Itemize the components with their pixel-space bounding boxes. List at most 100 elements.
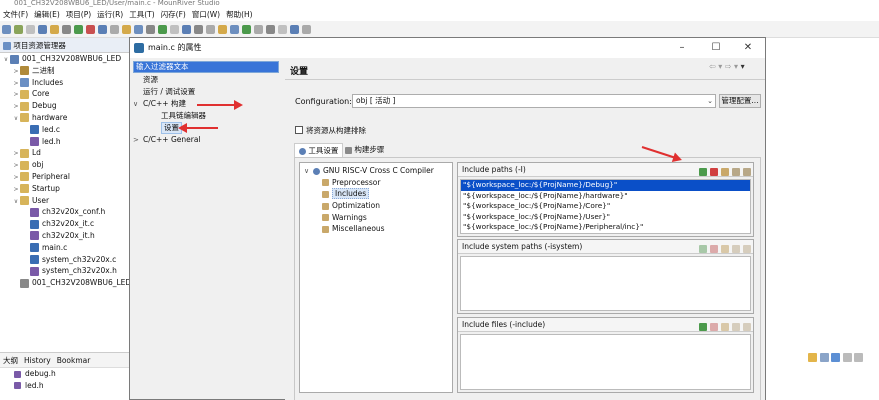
nav-item[interactable]: 资源 — [133, 74, 283, 86]
expand-toggle-icon[interactable]: > — [12, 160, 20, 171]
tree-item[interactable]: ch32v20x_it.h — [0, 230, 130, 242]
filter-input[interactable]: 输入过滤器文本 — [133, 61, 279, 73]
view-menu-icon[interactable] — [842, 353, 852, 362]
tree-item[interactable]: ∨ User — [0, 195, 130, 207]
tree-item[interactable]: ∨ hardware — [0, 112, 130, 124]
menu-item-1[interactable]: 编辑(E) — [31, 8, 63, 21]
maximize-button[interactable]: ☐ — [701, 38, 731, 58]
edit-icon[interactable] — [721, 245, 729, 253]
expand-toggle-icon[interactable]: > — [133, 134, 143, 146]
toolbar-icon[interactable] — [206, 25, 215, 34]
menu-item-3[interactable]: 运行(R) — [94, 8, 126, 21]
move-up-icon[interactable] — [732, 245, 740, 253]
expand-toggle-icon[interactable]: > — [12, 89, 20, 100]
tree-item[interactable]: main.c — [0, 242, 130, 254]
toolbar-icon[interactable] — [278, 25, 287, 34]
link-icon[interactable] — [831, 353, 841, 362]
menu-item-0[interactable]: 文件(F) — [0, 8, 31, 21]
tab-build-steps[interactable]: 构建步骤 — [341, 143, 388, 157]
toolbar-icon[interactable] — [14, 25, 23, 34]
expand-toggle-icon[interactable]: ∨ — [2, 54, 10, 65]
tree-item[interactable]: led.c — [0, 124, 130, 136]
nav-item[interactable]: > C/C++ General — [133, 134, 283, 146]
toolbar-icon[interactable] — [86, 25, 95, 34]
tree-item[interactable]: > Startup — [0, 183, 130, 195]
toolbar-icon[interactable] — [26, 25, 35, 34]
toolbar-icon[interactable] — [98, 25, 107, 34]
tree-item[interactable]: > 二进制 — [0, 65, 130, 77]
tree-item[interactable]: ch32v20x_conf.h — [0, 206, 130, 218]
system-paths-list[interactable] — [460, 256, 751, 311]
tree-item[interactable]: > Ld — [0, 147, 130, 159]
nav-item[interactable]: 工具链编辑器 — [133, 110, 283, 122]
toolbar-icon[interactable] — [302, 25, 311, 34]
toolbar-icon[interactable] — [218, 25, 227, 34]
tree-item[interactable]: led.h — [0, 136, 130, 148]
toolbar-icon[interactable] — [194, 25, 203, 34]
include-path-item[interactable]: "${workspace_loc:/${ProjName}/Core}" — [461, 201, 750, 212]
add-icon[interactable] — [699, 245, 707, 253]
tree-item[interactable]: system_ch32v20x.c — [0, 254, 130, 266]
move-down-icon[interactable] — [743, 245, 751, 253]
tool-tree-item[interactable]: Includes — [300, 188, 452, 200]
move-up-icon[interactable] — [732, 168, 740, 176]
tree-item[interactable]: ch32v20x_it.c — [0, 218, 130, 230]
include-files-list[interactable] — [460, 334, 751, 390]
tree-item[interactable]: ∨ 001_CH32V208WBU6_LED — [0, 53, 130, 65]
outline-tab[interactable]: 大纲 — [3, 356, 18, 365]
outline-tab[interactable]: Bookmar — [57, 356, 91, 365]
minimize-button[interactable]: – — [667, 38, 697, 58]
expand-toggle-icon[interactable]: > — [12, 148, 20, 159]
sort-icon[interactable] — [808, 353, 817, 362]
toolbar-icon[interactable] — [146, 25, 155, 34]
include-paths-list[interactable]: "${workspace_loc:/${ProjName}/Debug}" "${… — [460, 179, 751, 234]
toolbar-icon[interactable] — [158, 25, 167, 34]
add-icon[interactable] — [699, 168, 707, 176]
back-icon[interactable]: ⇦ ▾ — [709, 62, 722, 71]
menu-item-4[interactable]: 工具(T) — [126, 8, 157, 21]
forward-icon[interactable]: ⇨ ▾ — [725, 62, 738, 71]
toolbar-icon[interactable] — [122, 25, 131, 34]
tree-item[interactable]: 001_CH32V208WBU6_LED — [0, 277, 130, 289]
include-path-item[interactable]: "${workspace_loc:/${ProjName}/hardware}" — [461, 191, 750, 202]
toolbar-icon[interactable] — [62, 25, 71, 34]
move-down-icon[interactable] — [743, 323, 751, 331]
toolbar-icon[interactable] — [74, 25, 83, 34]
menu-item-6[interactable]: 窗口(W) — [189, 8, 223, 21]
include-path-item[interactable]: "${workspace_loc:/${ProjName}/Debug}" — [461, 180, 750, 191]
expand-toggle-icon[interactable]: ∨ — [304, 166, 313, 178]
minimize-icon[interactable] — [854, 353, 864, 362]
toolbar-icon[interactable] — [38, 25, 47, 34]
toolbar-icon[interactable] — [230, 25, 239, 34]
include-path-item[interactable]: "${workspace_loc:/${ProjName}/Peripheral… — [461, 222, 750, 233]
expand-toggle-icon[interactable]: > — [12, 78, 20, 89]
move-down-icon[interactable] — [743, 168, 751, 176]
toolbar-icon[interactable] — [254, 25, 263, 34]
tree-item[interactable]: > Core — [0, 88, 130, 100]
tool-tree-item[interactable]: Optimization — [300, 200, 452, 212]
nav-item[interactable]: 运行 / 调试设置 — [133, 86, 283, 98]
expand-toggle-icon[interactable]: ∨ — [133, 98, 143, 110]
expand-toggle-icon[interactable]: > — [12, 172, 20, 183]
move-up-icon[interactable] — [732, 323, 740, 331]
add-icon[interactable] — [699, 323, 707, 331]
expand-toggle-icon[interactable]: > — [12, 101, 20, 112]
exclude-checkbox[interactable] — [295, 126, 303, 134]
toolbar-icon[interactable] — [110, 25, 119, 34]
expand-toggle-icon[interactable]: ∨ — [12, 196, 20, 207]
tool-tree-item[interactable]: Miscellaneous — [300, 223, 452, 235]
outline-tab[interactable]: History — [24, 356, 51, 365]
toolbar-icon[interactable] — [50, 25, 59, 34]
include-path-item[interactable]: "${workspace_loc:/${ProjName}/User}" — [461, 212, 750, 223]
toolbar-icon[interactable] — [242, 25, 251, 34]
outline-item[interactable]: debug.h — [14, 368, 130, 380]
outline-item[interactable]: led.h — [14, 380, 130, 392]
delete-icon[interactable] — [710, 245, 718, 253]
delete-icon[interactable] — [710, 323, 718, 331]
menu-icon[interactable]: ▾ — [741, 62, 745, 71]
tree-item[interactable]: > Includes — [0, 77, 130, 89]
tool-tree-item[interactable]: Preprocessor — [300, 177, 452, 189]
expand-toggle-icon[interactable]: > — [12, 66, 20, 77]
filter-icon[interactable] — [819, 353, 829, 362]
tree-item[interactable]: system_ch32v20x.h — [0, 265, 130, 277]
